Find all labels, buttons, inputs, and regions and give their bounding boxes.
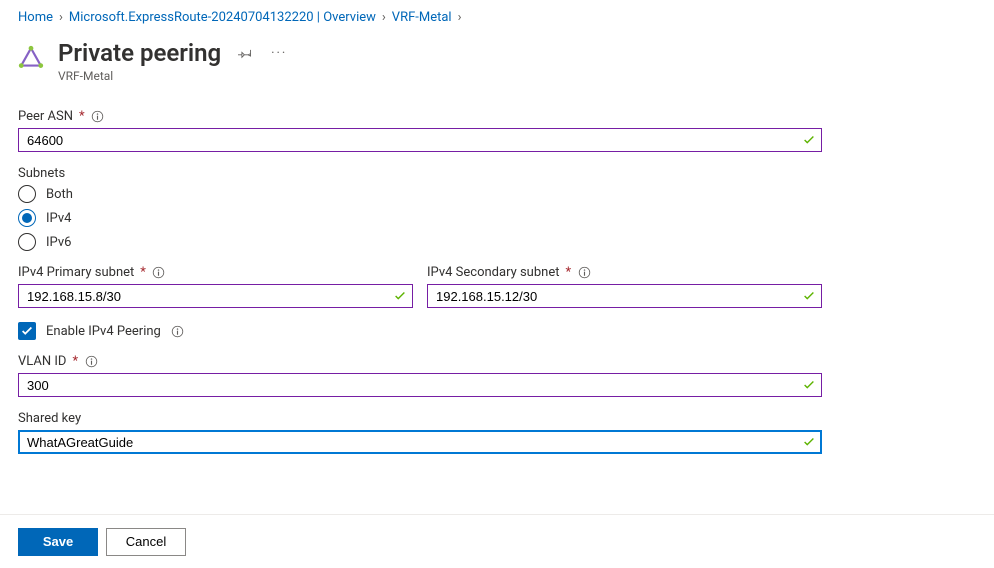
info-icon[interactable] bbox=[577, 266, 591, 280]
page-header: Private peering ··· VRF-Metal bbox=[0, 25, 994, 83]
chevron-right-icon: › bbox=[382, 10, 386, 25]
checkmark-icon bbox=[802, 133, 816, 147]
form: Peer ASN * Subnets Both IPv4 bbox=[0, 83, 994, 454]
page-title: Private peering bbox=[58, 39, 221, 67]
chevron-right-icon: › bbox=[458, 10, 462, 25]
subnets-radio-ipv6[interactable]: IPv6 bbox=[18, 233, 976, 251]
radio-label: Both bbox=[46, 187, 73, 202]
enable-ipv4-label: Enable IPv4 Peering bbox=[46, 324, 161, 339]
shared-key-label: Shared key bbox=[18, 411, 81, 426]
checkmark-icon bbox=[393, 289, 407, 303]
shared-key-input[interactable] bbox=[18, 430, 822, 454]
required-indicator: * bbox=[79, 109, 85, 124]
breadcrumb-link-resource[interactable]: Microsoft.ExpressRoute-20240704132220 | … bbox=[69, 10, 376, 25]
subnets-radio-both[interactable]: Both bbox=[18, 185, 976, 203]
ipv4-primary-label: IPv4 Primary subnet bbox=[18, 265, 134, 280]
peer-asn-input[interactable] bbox=[18, 128, 822, 152]
info-icon[interactable] bbox=[152, 266, 166, 280]
breadcrumb: Home › Microsoft.ExpressRoute-2024070413… bbox=[0, 0, 994, 25]
info-icon[interactable] bbox=[171, 324, 185, 338]
save-button[interactable]: Save bbox=[18, 528, 98, 556]
pin-icon[interactable] bbox=[235, 43, 255, 63]
peering-icon bbox=[18, 45, 44, 71]
enable-ipv4-checkbox[interactable] bbox=[18, 322, 36, 340]
required-indicator: * bbox=[565, 265, 571, 280]
subnets-label: Subnets bbox=[18, 166, 65, 181]
required-indicator: * bbox=[140, 265, 146, 280]
vlan-id-input[interactable] bbox=[18, 373, 822, 397]
checkmark-icon bbox=[802, 289, 816, 303]
checkmark-icon bbox=[802, 435, 816, 449]
peer-asn-label: Peer ASN bbox=[18, 109, 73, 124]
info-icon[interactable] bbox=[91, 110, 105, 124]
more-icon[interactable]: ··· bbox=[269, 43, 289, 63]
cancel-button[interactable]: Cancel bbox=[106, 528, 186, 556]
info-icon[interactable] bbox=[84, 355, 98, 369]
radio-label: IPv6 bbox=[46, 235, 71, 250]
ipv4-secondary-input[interactable] bbox=[427, 284, 822, 308]
radio-label: IPv4 bbox=[46, 211, 71, 226]
page-subtitle: VRF-Metal bbox=[58, 69, 289, 83]
footer: Save Cancel bbox=[0, 514, 994, 568]
required-indicator: * bbox=[72, 354, 78, 369]
breadcrumb-link-vrf[interactable]: VRF-Metal bbox=[392, 10, 452, 25]
ipv4-secondary-label: IPv4 Secondary subnet bbox=[427, 265, 559, 280]
ipv4-primary-input[interactable] bbox=[18, 284, 413, 308]
vlan-id-label: VLAN ID bbox=[18, 354, 66, 369]
subnets-radio-group: Both IPv4 IPv6 bbox=[18, 185, 976, 251]
checkmark-icon bbox=[802, 378, 816, 392]
chevron-right-icon: › bbox=[59, 10, 63, 25]
breadcrumb-link-home[interactable]: Home bbox=[18, 10, 53, 25]
subnets-radio-ipv4[interactable]: IPv4 bbox=[18, 209, 976, 227]
